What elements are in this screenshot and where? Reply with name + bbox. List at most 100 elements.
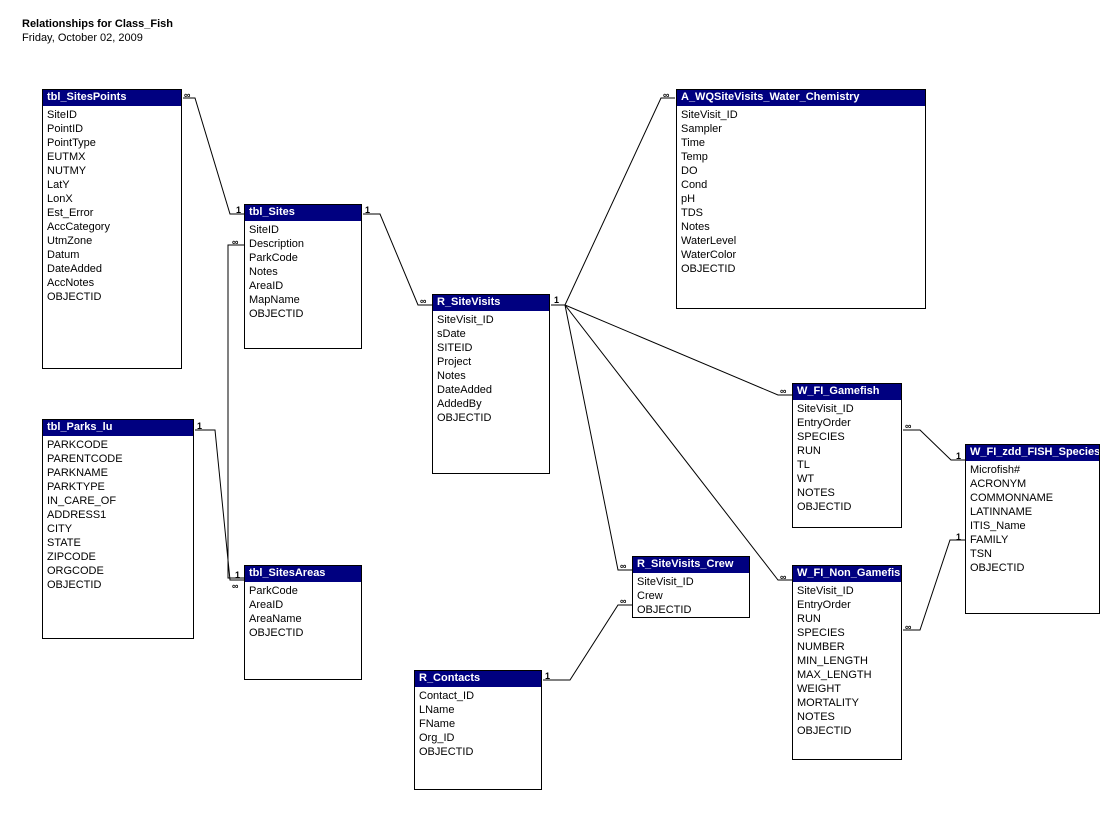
marker-inf: ∞	[620, 562, 626, 571]
field: SPECIES	[797, 626, 897, 640]
field: AreaID	[249, 598, 357, 612]
marker-inf: ∞	[420, 297, 426, 306]
field: Project	[437, 355, 545, 369]
table-w-fi-zdd-fish-species[interactable]: W_FI_zdd_FISH_Species Microfish#ACRONYMC…	[965, 444, 1100, 614]
field: Notes	[249, 265, 357, 279]
table-fields: SiteVisit_IDsDateSITEIDProjectNotesDateA…	[433, 311, 549, 429]
field: DO	[681, 164, 921, 178]
field: NOTES	[797, 710, 897, 724]
report-title: Relationships for Class_Fish	[22, 18, 173, 30]
field: ADDRESS1	[47, 508, 189, 522]
table-fields: SiteVisit_IDSamplerTimeTempDOCondpHTDSNo…	[677, 106, 925, 280]
field: WEIGHT	[797, 682, 897, 696]
field: OBJECTID	[437, 411, 545, 425]
field: OBJECTID	[419, 745, 537, 759]
field: LName	[419, 703, 537, 717]
table-tbl-sitespoints[interactable]: tbl_SitesPoints SiteIDPointIDPointTypeEU…	[42, 89, 182, 369]
marker-inf: ∞	[905, 623, 911, 632]
table-r-sitevisits-crew[interactable]: R_SiteVisits_Crew SiteVisit_IDCrewOBJECT…	[632, 556, 750, 618]
table-fields: ParkCodeAreaIDAreaNameOBJECTID	[245, 582, 361, 644]
marker-one: 1	[197, 422, 202, 431]
field: ParkCode	[249, 584, 357, 598]
table-w-fi-gamefish[interactable]: W_FI_Gamefish SiteVisit_IDEntryOrderSPEC…	[792, 383, 902, 528]
field: PARKNAME	[47, 466, 189, 480]
field: Sampler	[681, 122, 921, 136]
table-fields: SiteVisit_IDEntryOrderSPECIESRUNTLWTNOTE…	[793, 400, 901, 518]
table-title: R_SiteVisits_Crew	[633, 557, 749, 573]
field: EntryOrder	[797, 416, 897, 430]
field: OBJECTID	[797, 500, 897, 514]
field: AreaName	[249, 612, 357, 626]
table-tbl-parks-lu[interactable]: tbl_Parks_lu PARKCODEPARENTCODEPARKNAMEP…	[42, 419, 194, 639]
field: SiteID	[249, 223, 357, 237]
field: FName	[419, 717, 537, 731]
field: Notes	[437, 369, 545, 383]
marker-one: 1	[545, 672, 550, 681]
field: SiteVisit_ID	[437, 313, 545, 327]
field: EntryOrder	[797, 598, 897, 612]
field: AccCategory	[47, 220, 177, 234]
field: LATINNAME	[970, 505, 1095, 519]
table-title: A_WQSiteVisits_Water_Chemistry	[677, 90, 925, 106]
table-tbl-sites[interactable]: tbl_Sites SiteIDDescriptionParkCodeNotes…	[244, 204, 362, 349]
table-title: tbl_Parks_lu	[43, 420, 193, 436]
table-title: tbl_Sites	[245, 205, 361, 221]
field: TSN	[970, 547, 1095, 561]
field: UtmZone	[47, 234, 177, 248]
marker-inf: ∞	[905, 422, 911, 431]
field: MapName	[249, 293, 357, 307]
table-title: R_SiteVisits	[433, 295, 549, 311]
table-tbl-sitesareas[interactable]: tbl_SitesAreas ParkCodeAreaIDAreaNameOBJ…	[244, 565, 362, 680]
marker-one: 1	[365, 206, 370, 215]
field: PARKCODE	[47, 438, 189, 452]
marker-inf: ∞	[663, 91, 669, 100]
table-fields: Contact_IDLNameFNameOrg_IDOBJECTID	[415, 687, 541, 763]
table-title: W_FI_zdd_FISH_Species	[966, 445, 1099, 461]
field: SiteVisit_ID	[797, 584, 897, 598]
report-header: Relationships for Class_Fish Friday, Oct…	[22, 18, 173, 44]
field: COMMONNAME	[970, 491, 1095, 505]
table-fields: SiteIDPointIDPointTypeEUTMXNUTMYLatYLonX…	[43, 106, 181, 308]
field: PointID	[47, 122, 177, 136]
field: AreaID	[249, 279, 357, 293]
marker-inf: ∞	[620, 597, 626, 606]
field: Org_ID	[419, 731, 537, 745]
table-r-sitevisits[interactable]: R_SiteVisits SiteVisit_IDsDateSITEIDProj…	[432, 294, 550, 474]
field: OBJECTID	[47, 290, 177, 304]
field: ITIS_Name	[970, 519, 1095, 533]
field: AddedBy	[437, 397, 545, 411]
table-w-fi-non-gamefish[interactable]: W_FI_Non_Gamefish SiteVisit_IDEntryOrder…	[792, 565, 902, 760]
field: STATE	[47, 536, 189, 550]
marker-one: 1	[554, 296, 559, 305]
field: SiteVisit_ID	[681, 108, 921, 122]
field: Temp	[681, 150, 921, 164]
table-fields: SiteVisit_IDCrewOBJECTID	[633, 573, 749, 621]
field: OBJECTID	[797, 724, 897, 738]
field: TL	[797, 458, 897, 472]
field: PointType	[47, 136, 177, 150]
report-date: Friday, October 02, 2009	[22, 32, 173, 44]
field: OBJECTID	[47, 578, 189, 592]
field: SiteID	[47, 108, 177, 122]
field: AccNotes	[47, 276, 177, 290]
table-title: tbl_SitesPoints	[43, 90, 181, 106]
table-fields: PARKCODEPARENTCODEPARKNAMEPARKTYPEIN_CAR…	[43, 436, 193, 596]
field: SPECIES	[797, 430, 897, 444]
field: RUN	[797, 444, 897, 458]
marker-one: 1	[235, 571, 240, 580]
field: Microfish#	[970, 463, 1095, 477]
field: MAX_LENGTH	[797, 668, 897, 682]
table-r-contacts[interactable]: R_Contacts Contact_IDLNameFNameOrg_IDOBJ…	[414, 670, 542, 790]
table-fields: SiteVisit_IDEntryOrderRUNSPECIESNUMBERMI…	[793, 582, 901, 742]
field: NUTMY	[47, 164, 177, 178]
field: Contact_ID	[419, 689, 537, 703]
table-a-wq-sitevisits-water-chemistry[interactable]: A_WQSiteVisits_Water_Chemistry SiteVisit…	[676, 89, 926, 309]
field: CITY	[47, 522, 189, 536]
field: IN_CARE_OF	[47, 494, 189, 508]
table-title: R_Contacts	[415, 671, 541, 687]
field: LonX	[47, 192, 177, 206]
field: MORTALITY	[797, 696, 897, 710]
field: PARENTCODE	[47, 452, 189, 466]
field: DateAdded	[437, 383, 545, 397]
field: WT	[797, 472, 897, 486]
